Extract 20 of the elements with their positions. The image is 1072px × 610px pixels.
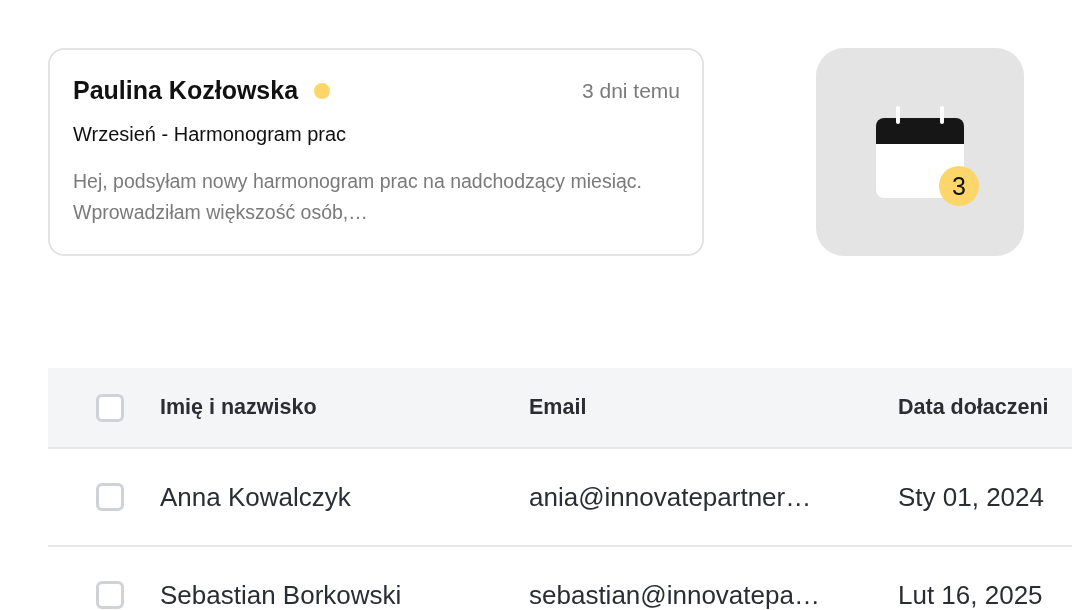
row-checkbox[interactable]	[96, 483, 124, 511]
email-cell-text: sebastian@innovatepa…	[529, 579, 821, 610]
name-cell-text: Sebastian Borkowski	[160, 579, 403, 610]
column-header[interactable]: Email	[529, 395, 898, 420]
email-cell-text: ania@innovatepartner…	[529, 481, 813, 513]
sender-name: Paulina Kozłowska	[73, 76, 299, 105]
row-checkbox[interactable]	[96, 581, 124, 609]
select-all-checkbox[interactable]	[96, 393, 124, 422]
name-cell-text: Anna Kowalczyk	[160, 481, 352, 513]
date-cell-text: Lut 16, 2025	[898, 579, 1044, 610]
column-header[interactable]: Imię i nazwisko	[160, 395, 529, 420]
date-cell-text: Sty 01, 2024	[898, 481, 1045, 513]
calendar-icon	[875, 106, 965, 198]
message-time: 3 dni temu	[581, 78, 680, 103]
calendar-tile[interactable]: 3	[816, 48, 1024, 256]
column-header[interactable]: Data dołaczeni	[898, 395, 1072, 420]
message-subject: Wrzesień - Harmonogram prac	[73, 123, 348, 146]
message-preview: Hej, podsyłam nowy harmonogram prac na nadchodzący miesiąc. Wprowadziłam większość osób,…	[73, 169, 644, 225]
message-card[interactable]: Paulina Kozłowska 3 dni temu Wrzesień - Harmonogram prac Hej, podsyłam nowy harmonogram prac na nadchodzący miesiąc. Wprowadziłam większość osób,…	[48, 48, 704, 256]
count-badge: 3	[939, 166, 979, 206]
